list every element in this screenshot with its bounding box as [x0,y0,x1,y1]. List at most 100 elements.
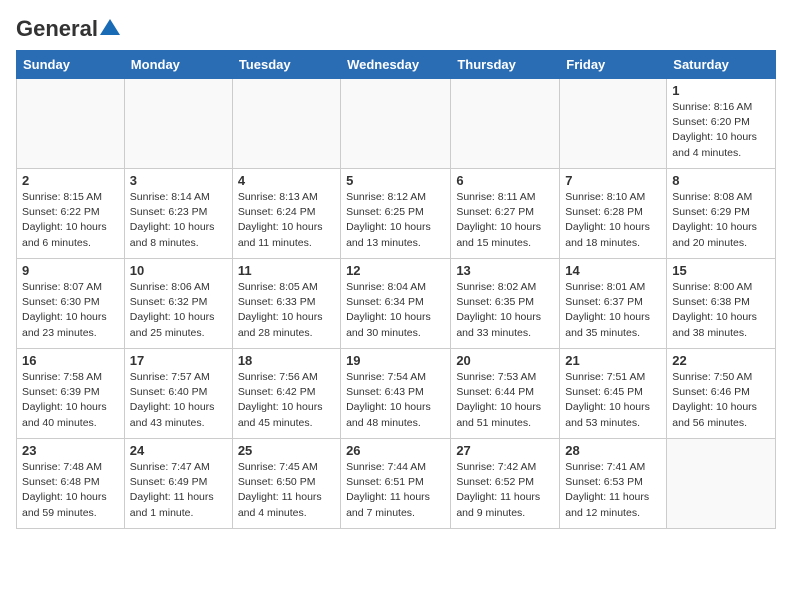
day-info: Sunrise: 7:44 AM Sunset: 6:51 PM Dayligh… [346,460,445,521]
calendar-cell: 24 Sunrise: 7:47 AM Sunset: 6:49 PM Dayli… [124,439,232,529]
day-number: 12 [346,263,445,278]
day-number: 23 [22,443,119,458]
day-number: 5 [346,173,445,188]
day-header-monday: Monday [124,51,232,79]
day-info: Sunrise: 7:45 AM Sunset: 6:50 PM Dayligh… [238,460,335,521]
day-header-saturday: Saturday [667,51,776,79]
day-number: 17 [130,353,227,368]
day-number: 18 [238,353,335,368]
day-number: 24 [130,443,227,458]
calendar-cell: 21 Sunrise: 7:51 AM Sunset: 6:45 PM Dayli… [560,349,667,439]
calendar-cell: 9Sunrise: 8:07 AM Sunset: 6:30 PM Daylig… [17,259,125,349]
day-info: Sunrise: 7:48 AM Sunset: 6:48 PM Dayligh… [22,460,119,521]
calendar-cell: 2Sunrise: 8:15 AM Sunset: 6:22 PM Daylig… [17,169,125,259]
calendar-cell [560,79,667,169]
day-number: 11 [238,263,335,278]
day-number: 9 [22,263,119,278]
calendar-cell: 10 Sunrise: 8:06 AM Sunset: 6:32 PM Dayli… [124,259,232,349]
calendar-cell: 11Sunrise: 8:05 AM Sunset: 6:33 PM Dayli… [232,259,340,349]
calendar-cell: 19 Sunrise: 7:54 AM Sunset: 6:43 PM Dayli… [341,349,451,439]
calendar-cell: 13 Sunrise: 8:02 AM Sunset: 6:35 PM Dayli… [451,259,560,349]
day-header-tuesday: Tuesday [232,51,340,79]
day-number: 8 [672,173,770,188]
day-header-friday: Friday [560,51,667,79]
day-info: Sunrise: 7:41 AM Sunset: 6:53 PM Dayligh… [565,460,661,521]
calendar-cell: 18 Sunrise: 7:56 AM Sunset: 6:42 PM Dayli… [232,349,340,439]
calendar-cell: 17 Sunrise: 7:57 AM Sunset: 6:40 PM Dayli… [124,349,232,439]
calendar-cell: 15 Sunrise: 8:00 AM Sunset: 6:38 PM Dayli… [667,259,776,349]
day-info: Sunrise: 8:08 AM Sunset: 6:29 PM Dayligh… [672,190,770,251]
day-info: Sunrise: 8:00 AM Sunset: 6:38 PM Dayligh… [672,280,770,341]
day-number: 25 [238,443,335,458]
logo-icon [100,19,120,35]
day-number: 27 [456,443,554,458]
day-info: Sunrise: 7:47 AM Sunset: 6:49 PM Dayligh… [130,460,227,521]
day-info: Sunrise: 7:56 AM Sunset: 6:42 PM Dayligh… [238,370,335,431]
calendar-cell: 16 Sunrise: 7:58 AM Sunset: 6:39 PM Dayli… [17,349,125,439]
day-number: 21 [565,353,661,368]
day-info: Sunrise: 7:57 AM Sunset: 6:40 PM Dayligh… [130,370,227,431]
day-info: Sunrise: 8:06 AM Sunset: 6:32 PM Dayligh… [130,280,227,341]
day-number: 15 [672,263,770,278]
day-info: Sunrise: 7:51 AM Sunset: 6:45 PM Dayligh… [565,370,661,431]
day-number: 3 [130,173,227,188]
calendar-cell: 1 Sunrise: 8:16 AM Sunset: 6:20 PM Daylig… [667,79,776,169]
day-number: 28 [565,443,661,458]
calendar-cell: 8 Sunrise: 8:08 AM Sunset: 6:29 PM Daylig… [667,169,776,259]
day-info: Sunrise: 7:58 AM Sunset: 6:39 PM Dayligh… [22,370,119,431]
day-number: 13 [456,263,554,278]
logo-general: General [16,16,98,42]
calendar-cell [451,79,560,169]
day-info: Sunrise: 8:14 AM Sunset: 6:23 PM Dayligh… [130,190,227,251]
day-number: 26 [346,443,445,458]
day-info: Sunrise: 7:53 AM Sunset: 6:44 PM Dayligh… [456,370,554,431]
calendar-cell: 20Sunrise: 7:53 AM Sunset: 6:44 PM Dayli… [451,349,560,439]
day-header-sunday: Sunday [17,51,125,79]
day-info: Sunrise: 7:54 AM Sunset: 6:43 PM Dayligh… [346,370,445,431]
day-number: 1 [672,83,770,98]
calendar-cell: 7 Sunrise: 8:10 AM Sunset: 6:28 PM Daylig… [560,169,667,259]
day-info: Sunrise: 8:01 AM Sunset: 6:37 PM Dayligh… [565,280,661,341]
day-number: 10 [130,263,227,278]
day-number: 7 [565,173,661,188]
calendar-cell: 3 Sunrise: 8:14 AM Sunset: 6:23 PM Daylig… [124,169,232,259]
day-info: Sunrise: 8:11 AM Sunset: 6:27 PM Dayligh… [456,190,554,251]
day-number: 16 [22,353,119,368]
calendar-week-3: 9Sunrise: 8:07 AM Sunset: 6:30 PM Daylig… [17,259,776,349]
calendar-week-1: 1 Sunrise: 8:16 AM Sunset: 6:20 PM Daylig… [17,79,776,169]
calendar-cell: 4 Sunrise: 8:13 AM Sunset: 6:24 PM Daylig… [232,169,340,259]
calendar-cell [17,79,125,169]
day-number: 22 [672,353,770,368]
logo: General [16,16,120,38]
calendar-cell: 28 Sunrise: 7:41 AM Sunset: 6:53 PM Dayli… [560,439,667,529]
day-info: Sunrise: 8:13 AM Sunset: 6:24 PM Dayligh… [238,190,335,251]
page-header: General [16,16,776,38]
calendar-table: SundayMondayTuesdayWednesdayThursdayFrid… [16,50,776,529]
day-header-wednesday: Wednesday [341,51,451,79]
calendar-header: SundayMondayTuesdayWednesdayThursdayFrid… [17,51,776,79]
calendar-cell: 14 Sunrise: 8:01 AM Sunset: 6:37 PM Dayli… [560,259,667,349]
calendar-cell: 23 Sunrise: 7:48 AM Sunset: 6:48 PM Dayli… [17,439,125,529]
day-number: 19 [346,353,445,368]
day-info: Sunrise: 7:50 AM Sunset: 6:46 PM Dayligh… [672,370,770,431]
calendar-cell: 22 Sunrise: 7:50 AM Sunset: 6:46 PM Dayli… [667,349,776,439]
day-info: Sunrise: 7:42 AM Sunset: 6:52 PM Dayligh… [456,460,554,521]
calendar-week-2: 2Sunrise: 8:15 AM Sunset: 6:22 PM Daylig… [17,169,776,259]
day-info: Sunrise: 8:10 AM Sunset: 6:28 PM Dayligh… [565,190,661,251]
day-info: Sunrise: 8:02 AM Sunset: 6:35 PM Dayligh… [456,280,554,341]
day-number: 14 [565,263,661,278]
day-number: 6 [456,173,554,188]
calendar-cell: 25 Sunrise: 7:45 AM Sunset: 6:50 PM Dayli… [232,439,340,529]
day-info: Sunrise: 8:16 AM Sunset: 6:20 PM Dayligh… [672,100,770,161]
calendar-cell: 27 Sunrise: 7:42 AM Sunset: 6:52 PM Dayli… [451,439,560,529]
calendar-cell [667,439,776,529]
calendar-cell: 12 Sunrise: 8:04 AM Sunset: 6:34 PM Dayli… [341,259,451,349]
calendar-cell: 26 Sunrise: 7:44 AM Sunset: 6:51 PM Dayli… [341,439,451,529]
day-info: Sunrise: 8:12 AM Sunset: 6:25 PM Dayligh… [346,190,445,251]
day-info: Sunrise: 8:15 AM Sunset: 6:22 PM Dayligh… [22,190,119,251]
calendar-cell: 6 Sunrise: 8:11 AM Sunset: 6:27 PM Daylig… [451,169,560,259]
calendar-cell [124,79,232,169]
day-info: Sunrise: 8:04 AM Sunset: 6:34 PM Dayligh… [346,280,445,341]
day-header-thursday: Thursday [451,51,560,79]
day-number: 4 [238,173,335,188]
